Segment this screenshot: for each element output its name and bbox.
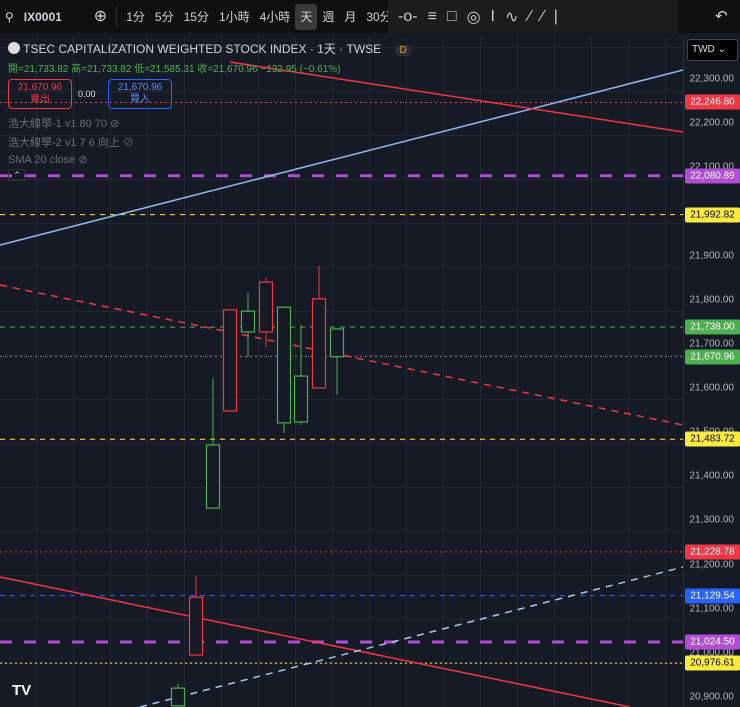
buy-price: 21,670.96 [117, 82, 163, 93]
indicator-label: 浩大線學-1 v1 80 70 [8, 118, 108, 130]
price-tick: 21,200.00 [689, 559, 735, 571]
price-tick: 22,200.00 [689, 117, 735, 129]
candle-body [222, 309, 238, 412]
market-status-badge: D [394, 45, 412, 56]
price-tick: 21,900.00 [689, 250, 735, 262]
price-tick: 22,300.00 [689, 73, 735, 85]
candle-body [188, 596, 204, 656]
price-tick: 21,800.00 [689, 294, 735, 306]
timeframe-1[interactable]: 5分 [150, 4, 179, 30]
price-tick: 20,900.00 [689, 691, 735, 703]
indicator-label: 浩大線學-2 v1 7 6 向上 [8, 137, 120, 149]
price-tick: 21,300.00 [689, 514, 735, 526]
buy-button[interactable]: 21,670.96 買入 [108, 79, 172, 109]
price-line-label: 22,080.89 [685, 168, 740, 184]
horizontal-ray-icon[interactable]: -o- [398, 8, 418, 26]
price-line-label: 21,483.72 [685, 431, 740, 447]
indicator-2[interactable]: 浩大線學-2 v1 7 6 向上 ⊘ [8, 134, 412, 149]
symbol-icon [8, 42, 20, 54]
eye-hidden-icon[interactable]: ⊘ [78, 154, 87, 166]
price-tick: 21,600.00 [689, 382, 735, 394]
drawing-toolbar: -o- ≡ □ ◎ I ∿ ∕ ∕ | [388, 0, 678, 33]
circle-icon[interactable]: ◎ [467, 7, 481, 27]
parallel-channel-icon[interactable]: ≡ [428, 8, 437, 26]
tradingview-logo: TV [12, 682, 32, 699]
collapse-legend-button[interactable]: ⌃ [8, 169, 26, 181]
price-tick: 21,100.00 [689, 603, 735, 615]
indicator-label: SMA 20 close [8, 154, 76, 166]
add-compare-icon[interactable]: ⊕ [89, 4, 112, 30]
indicator-3[interactable]: SMA 20 close ⊘ [8, 153, 412, 166]
price-line-label: 20,976.61 [685, 655, 740, 671]
symbol-search[interactable]: IX0001 [19, 4, 89, 30]
ray-icon[interactable]: ∕ [541, 8, 544, 26]
indicator-1[interactable]: 浩大線學-1 v1 80 70 ⊘ [8, 115, 412, 130]
timeframe-6[interactable]: 週 [317, 4, 339, 30]
chart-legend: TSEC CAPITALIZATION WEIGHTED STOCK INDEX… [8, 40, 412, 181]
buy-label: 買入 [130, 94, 150, 105]
timeframe-7[interactable]: 月 [339, 4, 361, 30]
chart-title: TSEC CAPITALIZATION WEIGHTED STOCK INDEX… [23, 42, 382, 56]
ohlc-values: 開=21,733.82 高=21,733.82 低=21,585.31 收=21… [8, 64, 341, 75]
currency-select[interactable]: TWD ⌄ [687, 39, 738, 61]
text-cursor-icon[interactable]: I [491, 8, 495, 26]
candle-body [170, 687, 186, 707]
timeframe-2[interactable]: 15分 [179, 4, 214, 30]
spread: 0.00 [78, 89, 96, 99]
price-line-label: 21,129.54 [685, 588, 740, 604]
price-line-label: 21,738.00 [685, 319, 740, 335]
price-line-label: 21,024.50 [685, 634, 740, 650]
candle-body [240, 310, 256, 333]
timeframe-5[interactable]: 天 [295, 3, 318, 30]
price-tick: 21,700.00 [689, 338, 735, 350]
price-line-label: 21,670.96 [685, 349, 740, 365]
candle-body [329, 328, 345, 358]
undo-icon[interactable]: ↶ [710, 4, 733, 30]
timeframes: 1分 5分 15分 1小時 4小時天週月 30分 [121, 3, 397, 30]
candle-body [311, 298, 327, 389]
trend-line-icon[interactable]: ∕ [528, 8, 531, 26]
price-axis[interactable]: TWD ⌄ 22,300.0022,200.0022,100.0021,900.… [683, 37, 740, 707]
timeframe-3[interactable]: 1小時 [214, 4, 255, 30]
timeframe-4[interactable]: 4小時 [255, 4, 296, 30]
eye-hidden-icon[interactable]: ⊘ [123, 137, 134, 149]
sell-label: 賣出 [30, 94, 50, 105]
eye-hidden-icon[interactable]: ⊘ [110, 118, 119, 130]
price-line-label: 21,992.82 [685, 207, 740, 223]
candle-body [205, 444, 221, 509]
trend-line [139, 566, 683, 707]
sell-price: 21,670.96 [17, 82, 63, 93]
timeframe-0[interactable]: 1分 [121, 4, 150, 30]
search-icon[interactable]: ⚲ [0, 4, 19, 30]
candle-body [276, 306, 292, 424]
divider [116, 6, 118, 27]
currency-label: TWD [692, 44, 715, 55]
price-line-label: 21,228.78 [685, 544, 740, 560]
path-icon[interactable]: ∿ [505, 7, 518, 27]
candle-body [258, 281, 274, 333]
top-toolbar: ⚲ IX0001 ⊕ 1分5分15分1小時4小時天週月30分 ⌄ -o- ≡ □… [0, 0, 740, 33]
vertical-line-icon[interactable]: | [554, 8, 558, 26]
price-tick: 21,400.00 [689, 470, 735, 482]
rectangle-icon[interactable]: □ [447, 8, 457, 26]
sell-button[interactable]: 21,670.96 賣出 [8, 79, 72, 109]
candle-body [293, 375, 309, 423]
price-line-label: 22,246.80 [685, 94, 740, 110]
